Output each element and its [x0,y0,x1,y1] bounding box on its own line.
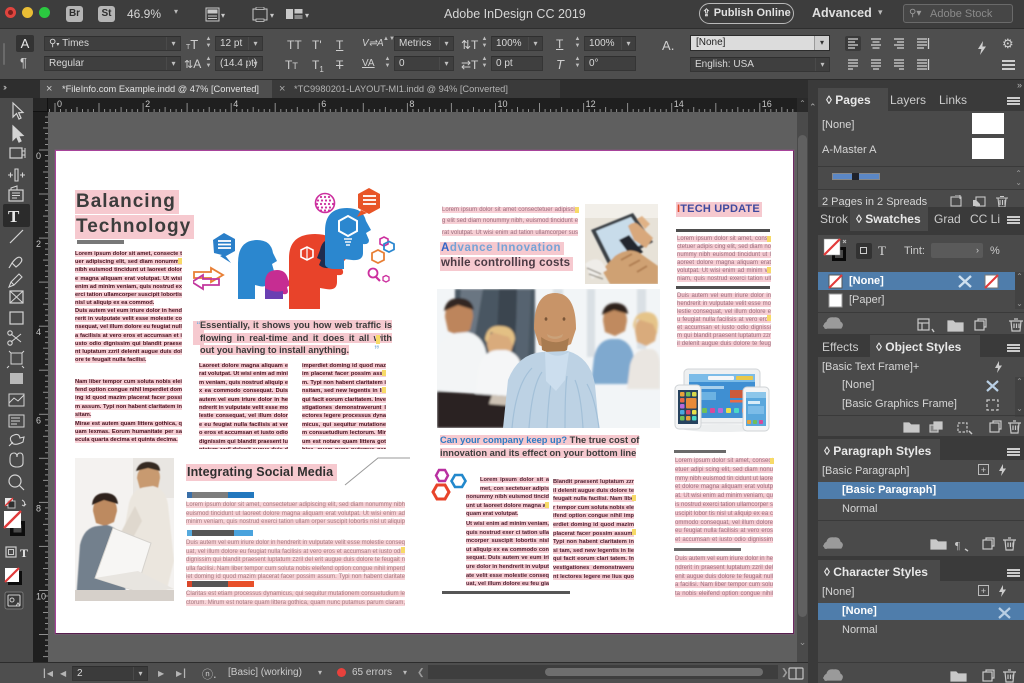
svg-text:▾: ▾ [270,11,274,20]
svg-text:¶: ¶ [955,540,960,552]
svg-text:▾: ▾ [221,11,225,20]
svg-text:▾: ▾ [305,11,309,20]
svg-text:T: T [8,207,20,226]
svg-text:2: 2 [145,99,150,109]
svg-text:6: 6 [321,99,326,109]
svg-text:8: 8 [409,99,414,109]
svg-text:2: 2 [36,239,41,249]
svg-text:4: 4 [233,99,238,109]
svg-text:6: 6 [36,415,41,425]
svg-text:0: 0 [57,99,62,109]
svg-text:0: 0 [36,151,41,161]
svg-text:8: 8 [36,503,41,513]
svg-text:14: 14 [674,99,684,109]
svg-text:T: T [20,546,28,560]
svg-text:10: 10 [36,592,46,602]
svg-text:12: 12 [586,99,596,109]
svg-text:10: 10 [498,99,508,109]
svg-text:4: 4 [36,327,41,337]
svg-text:16: 16 [762,99,772,109]
